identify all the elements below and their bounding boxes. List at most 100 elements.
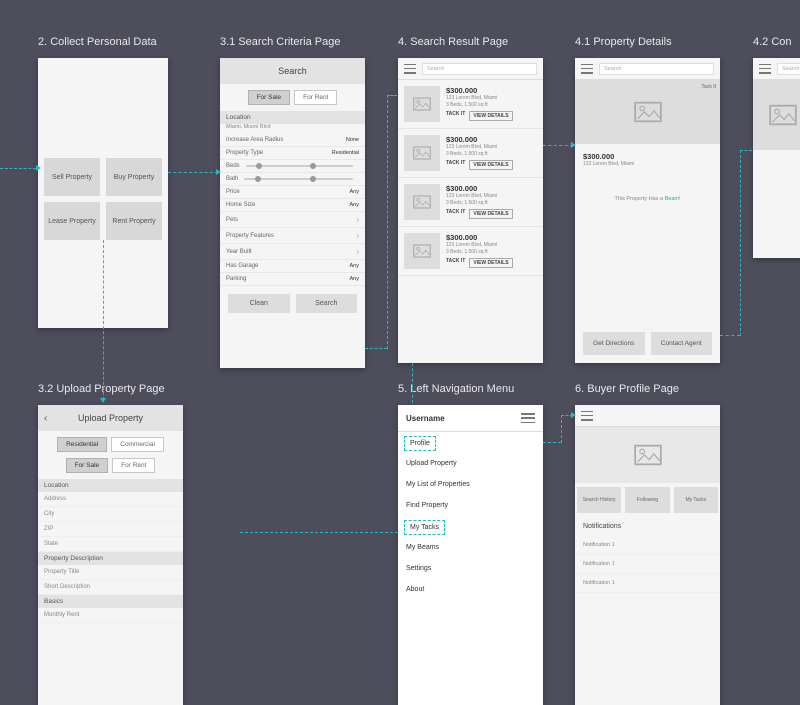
nav-item-my-list[interactable]: My List of Properties xyxy=(398,474,543,495)
screen-42-partial: Search xyxy=(753,58,800,258)
nav-item-find-property[interactable]: Find Property xyxy=(398,495,543,516)
nav-item-profile[interactable]: Profile xyxy=(404,436,436,451)
get-directions-button[interactable]: Get Directions xyxy=(583,332,645,355)
tack-it-button[interactable]: TACK IT xyxy=(446,160,465,170)
hero-image xyxy=(753,80,800,150)
hamburger-icon[interactable] xyxy=(581,411,593,421)
screen-search-criteria: Search For Sale For Rent Location Miami,… xyxy=(220,58,365,368)
view-details-button[interactable]: VIEW DETAILS xyxy=(469,258,512,268)
tack-it-link[interactable]: Tack It xyxy=(702,84,716,90)
field-city[interactable]: City xyxy=(38,507,183,522)
screen-left-nav: Username Profile Upload Property My List… xyxy=(398,405,543,705)
search-result-row[interactable]: $300.000 123 Lorem Blvd, Miami 3 Beds, 1… xyxy=(398,80,543,129)
view-details-button[interactable]: VIEW DETAILS xyxy=(469,209,512,219)
search-result-row[interactable]: $300.000 123 Lorem Blvd, Miami 3 Beds, 1… xyxy=(398,178,543,227)
nav-item-my-tacks[interactable]: My Tacks xyxy=(404,520,445,535)
field-zip[interactable]: ZIP xyxy=(38,522,183,537)
field-state[interactable]: State xyxy=(38,537,183,552)
beam-note: This Property Has a Beam! xyxy=(583,196,712,202)
tab-following[interactable]: Following xyxy=(625,487,669,513)
search-input[interactable]: Search xyxy=(599,63,714,75)
beds-slider[interactable] xyxy=(246,165,353,167)
screen-title-41: 4.1 Property Details xyxy=(575,36,672,48)
criteria-radius[interactable]: Increase Area RadiusNone xyxy=(220,134,365,147)
search-result-row[interactable]: $300.000 123 Lorem Blvd, Miami 3 Beds, 1… xyxy=(398,227,543,276)
flow-arrow-icon xyxy=(216,169,221,175)
criteria-pets[interactable]: Pets› xyxy=(220,212,365,228)
tab-my-tacks[interactable]: My Tacks xyxy=(674,487,718,513)
buy-property-button[interactable]: Buy Property xyxy=(106,158,162,196)
criteria-parking[interactable]: ParkingAny xyxy=(220,273,365,286)
result-meta: 3 Beds, 1.500 sq ft xyxy=(446,151,537,157)
search-header: Search xyxy=(220,58,365,84)
criteria-beds[interactable]: Beds xyxy=(220,160,365,173)
nav-item-about[interactable]: About xyxy=(398,579,543,600)
hamburger-icon[interactable] xyxy=(581,64,593,74)
result-meta: 3 Beds, 1.500 sq ft xyxy=(446,200,537,206)
tab-for-sale[interactable]: For Sale xyxy=(66,458,109,473)
tack-it-button[interactable]: TACK IT xyxy=(446,209,465,219)
rent-property-button[interactable]: Rent Property xyxy=(106,202,162,240)
criteria-year-built[interactable]: Year Built› xyxy=(220,244,365,260)
criteria-property-type[interactable]: Property TypeResidential xyxy=(220,147,365,160)
view-details-button[interactable]: VIEW DETAILS xyxy=(469,160,512,170)
tack-it-button[interactable]: TACK IT xyxy=(446,111,465,121)
tab-for-rent[interactable]: For Rent xyxy=(294,90,337,105)
criteria-price[interactable]: PriceAny xyxy=(220,186,365,199)
nav-item-my-beams[interactable]: My Beams xyxy=(398,537,543,558)
search-input[interactable]: Search xyxy=(777,63,800,75)
flow-arrow-icon xyxy=(571,412,576,418)
hamburger-icon[interactable] xyxy=(759,64,771,74)
flow-connector xyxy=(387,95,397,96)
search-button[interactable]: Search xyxy=(296,294,358,313)
lease-property-button[interactable]: Lease Property xyxy=(44,202,100,240)
chevron-right-icon: › xyxy=(356,215,359,224)
screen-title-2: 2. Collect Personal Data xyxy=(38,36,157,48)
tab-residential[interactable]: Residential xyxy=(57,437,107,452)
screen-search-results: Search $300.000 123 Lorem Blvd, Miami 3 … xyxy=(398,58,543,363)
hamburger-icon[interactable] xyxy=(404,64,416,74)
result-meta: 3 Beds, 1.500 sq ft xyxy=(446,249,537,255)
view-details-button[interactable]: VIEW DETAILS xyxy=(469,111,512,121)
tab-commercial[interactable]: Commercial xyxy=(111,437,164,452)
search-input[interactable]: Search xyxy=(422,63,537,75)
field-address[interactable]: Address xyxy=(38,492,183,507)
upload-section-description: Property Description xyxy=(38,552,183,565)
criteria-features[interactable]: Property Features› xyxy=(220,228,365,244)
screen-title-6: 6. Buyer Profile Page xyxy=(575,383,679,395)
tack-it-button[interactable]: TACK IT xyxy=(446,258,465,268)
field-monthly-rent[interactable]: Monthly Rent xyxy=(38,608,183,623)
back-icon[interactable]: ‹ xyxy=(44,413,47,424)
field-short-description[interactable]: Short Description xyxy=(38,580,183,595)
notification-row[interactable]: Notification 1 xyxy=(575,536,720,555)
flow-connector xyxy=(740,150,752,151)
criteria-garage[interactable]: Has GarageAny xyxy=(220,260,365,273)
hamburger-icon[interactable] xyxy=(521,413,535,423)
detail-address: 123 Lorem Blvd, Miami xyxy=(583,161,712,168)
notification-row[interactable]: Notification 1 xyxy=(575,555,720,574)
flow-connector xyxy=(543,442,561,443)
flow-connector xyxy=(543,145,573,146)
field-property-title[interactable]: Property Title xyxy=(38,565,183,580)
notification-row[interactable]: Notification 1 xyxy=(575,574,720,593)
bath-slider[interactable] xyxy=(244,178,353,180)
flow-arrow-icon xyxy=(100,398,106,403)
result-price: $300.000 xyxy=(446,135,537,144)
search-result-row[interactable]: $300.000 123 Lorem Blvd, Miami 3 Beds, 1… xyxy=(398,129,543,178)
location-section-label: Location xyxy=(220,111,365,124)
sell-property-button[interactable]: Sell Property xyxy=(44,158,100,196)
flow-connector xyxy=(720,335,740,336)
nav-item-settings[interactable]: Settings xyxy=(398,558,543,579)
nav-item-upload-property[interactable]: Upload Property xyxy=(398,453,543,474)
tab-for-sale[interactable]: For Sale xyxy=(248,90,291,105)
upload-section-basics: Basics xyxy=(38,595,183,608)
criteria-bath[interactable]: Bath xyxy=(220,173,365,186)
contact-agent-button[interactable]: Contact Agent xyxy=(651,332,713,355)
flow-connector xyxy=(0,168,36,169)
criteria-home-size[interactable]: Home SizeAny xyxy=(220,199,365,212)
tab-for-rent[interactable]: For Rent xyxy=(112,458,155,473)
clean-button[interactable]: Clean xyxy=(228,294,290,313)
screen-title-32: 3.2 Upload Property Page xyxy=(38,383,165,395)
tab-search-history[interactable]: Search History xyxy=(577,487,621,513)
chevron-right-icon: › xyxy=(356,247,359,256)
